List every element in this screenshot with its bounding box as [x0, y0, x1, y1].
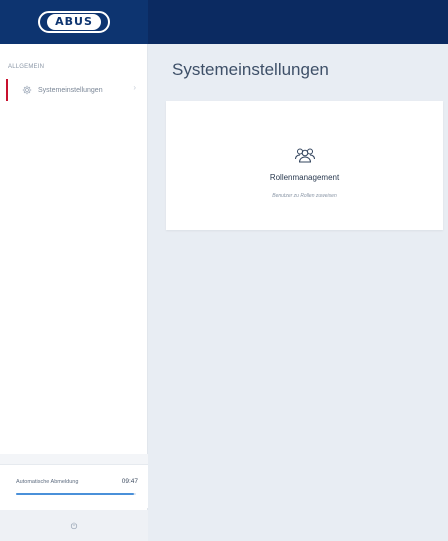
progress-fill — [16, 493, 134, 495]
logout-separator — [0, 454, 148, 464]
sidebar-item-label: Systemeinstellungen — [38, 86, 103, 94]
card-rollenmanagement[interactable]: Rollenmanagement Benutzer zu Rollen zuwe… — [166, 101, 443, 230]
auto-logout-timer: 09:47 — [121, 478, 138, 485]
chevron-right-icon: › — [133, 83, 136, 92]
abus-logo[interactable]: ABUS — [38, 11, 110, 33]
users-icon — [295, 148, 315, 163]
power-icon — [70, 521, 78, 529]
section-heading-general: ALLGEMEIN — [8, 64, 45, 70]
card-subtitle: Benutzer zu Rollen zuweisen — [272, 193, 337, 199]
logo-text: ABUS — [47, 14, 101, 30]
auto-logout-panel: Automatische Abmeldung 09:47 — [0, 464, 148, 508]
sidebar: ALLGEMEIN Systemeinstellungen › Automati… — [0, 44, 148, 541]
card-title: Rollenmanagement — [269, 173, 340, 182]
auto-logout-progress-bar — [16, 493, 136, 495]
logout-button[interactable] — [0, 510, 148, 541]
sidebar-item-systemeinstellungen[interactable]: Systemeinstellungen › — [6, 79, 148, 101]
auto-logout-label: Automatische Abmeldung — [16, 479, 79, 485]
page-title: Systemeinstellungen — [172, 60, 329, 79]
logo-area: ABUS — [0, 0, 148, 44]
gear-icon — [22, 85, 32, 95]
